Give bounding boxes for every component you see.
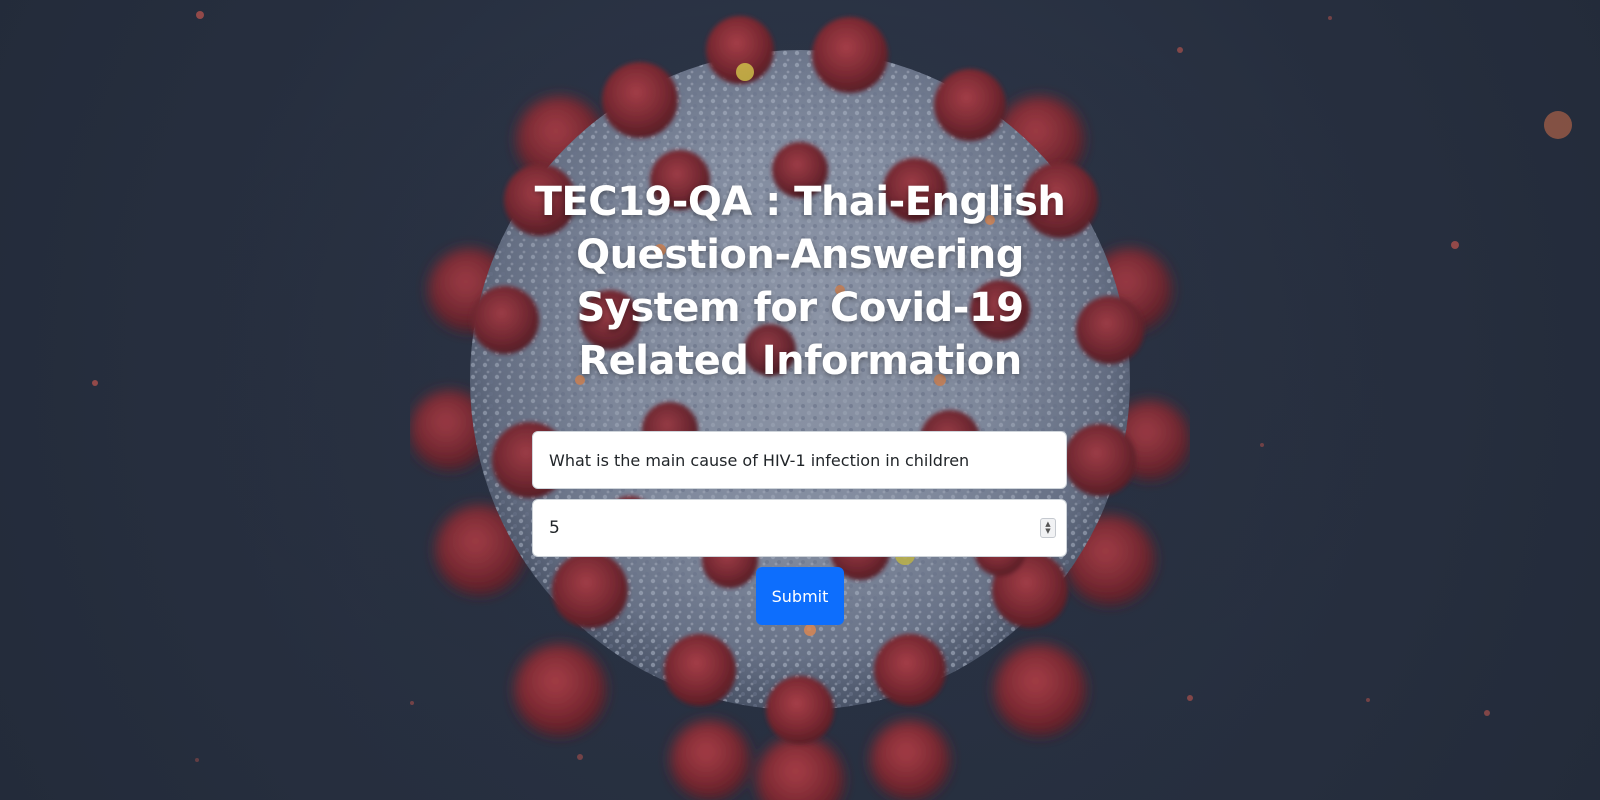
answer-count-input[interactable]: 5 ▲ ▼ <box>532 499 1067 557</box>
spinner-down-icon[interactable]: ▼ <box>1045 528 1050 535</box>
page-title: TEC19-QA : Thai-English Question-Answeri… <box>534 179 1066 384</box>
number-spinner-icon[interactable]: ▲ ▼ <box>1040 518 1056 538</box>
question-input[interactable]: What is the main cause of HIV-1 infectio… <box>532 431 1067 489</box>
submit-button[interactable]: Submit <box>756 567 844 625</box>
answer-count-value: 5 <box>549 518 560 538</box>
main-content: TEC19-QA : Thai-English Question-Answeri… <box>0 0 1600 800</box>
question-input-value: What is the main cause of HIV-1 infectio… <box>549 450 970 470</box>
